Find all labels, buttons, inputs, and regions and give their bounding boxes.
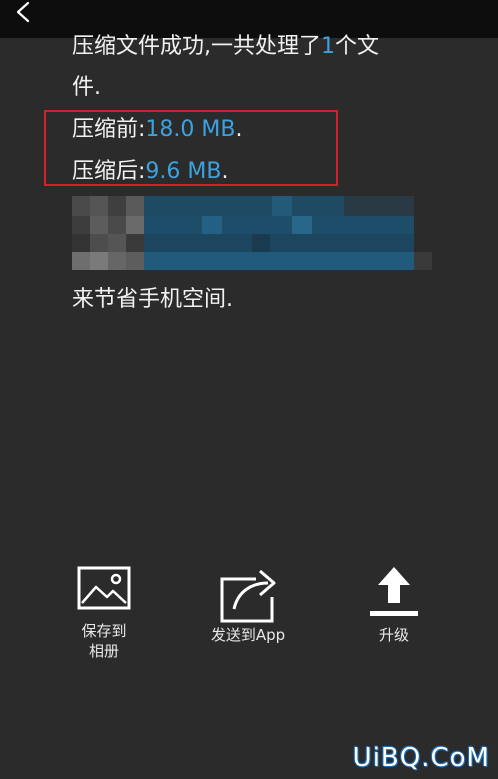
image-icon — [77, 566, 131, 610]
chevron-left-icon — [16, 1, 30, 23]
result-suffix: 个文 — [335, 34, 380, 59]
result-prefix: 压缩文件成功,一共处理了 — [72, 34, 321, 59]
mosaic-redaction — [72, 196, 432, 272]
result-line-2: 件. — [72, 75, 101, 100]
back-button[interactable] — [6, 0, 40, 30]
result-line-1: 压缩文件成功,一共处理了1个文 — [72, 26, 379, 68]
save-to-album-label: 保存到 相册 — [81, 622, 127, 660]
upgrade-button[interactable]: 升级 — [334, 565, 454, 645]
watermark-logo: UiBQ.CoM — [352, 743, 490, 773]
file-count: 1 — [321, 34, 335, 59]
closing-text: 来节省手机空间. — [72, 287, 233, 312]
upgrade-label: 升级 — [378, 626, 409, 644]
share-icon — [220, 569, 276, 623]
send-to-app-label: 发送到App — [210, 626, 286, 644]
send-to-app-button[interactable]: 发送到App — [188, 565, 308, 645]
save-to-album-button[interactable]: 保存到 相册 — [44, 565, 164, 661]
highlight-annotation-box — [44, 110, 338, 186]
upload-icon — [370, 567, 418, 616]
app-screen: 压缩文件成功,一共处理了1个文 件. 压缩前:18.0 MB. 压缩后:9.6 … — [0, 0, 498, 779]
